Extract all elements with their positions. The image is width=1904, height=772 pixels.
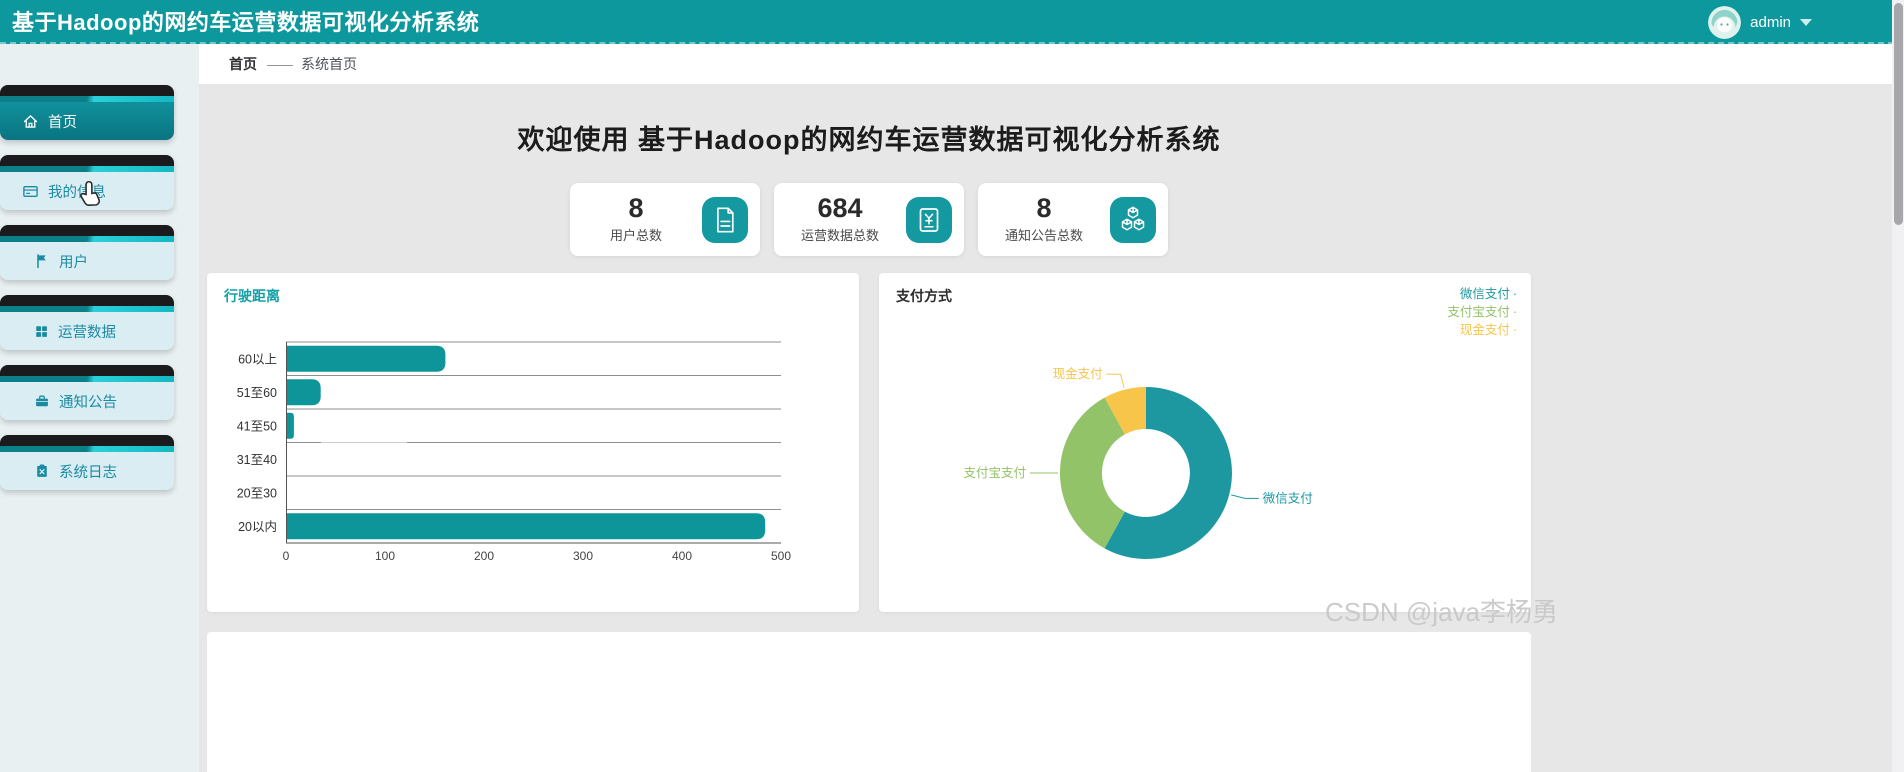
document-icon bbox=[702, 196, 748, 243]
donut-chart[interactable]: 微信支付 支付宝支付 现金支付 bbox=[879, 273, 1531, 612]
x-axis-tick: 300 bbox=[573, 549, 593, 563]
bar-category-label: 20至30 bbox=[237, 486, 277, 500]
menu-item-cap bbox=[0, 85, 174, 96]
x-axis-tick: 0 bbox=[283, 549, 290, 563]
legend-marker: · bbox=[1512, 287, 1517, 301]
cubes-icon bbox=[1110, 196, 1156, 243]
menu-item-cap bbox=[0, 295, 174, 306]
bar-category-label: 41至50 bbox=[237, 419, 277, 433]
page-scrollbar bbox=[1892, 0, 1904, 772]
pie-slice-label: 支付宝支付 bbox=[963, 466, 1026, 480]
legend-marker: · bbox=[1512, 323, 1517, 337]
bar-segment[interactable] bbox=[287, 412, 294, 439]
pie-label-line bbox=[1106, 373, 1125, 388]
x-axis-tick: 400 bbox=[672, 549, 692, 563]
menu-item-cap bbox=[0, 435, 174, 446]
pie-chart-card: 支付方式 微信支付 支付宝支付 现金支付 微信支付 · 支付宝支付 · 现金支付 · bbox=[879, 273, 1531, 612]
legend-label: 支付宝支付 bbox=[1447, 305, 1510, 319]
bar-category-label: 60以上 bbox=[238, 352, 277, 366]
scrollbar-thumb[interactable] bbox=[1893, 3, 1903, 225]
sidebar-item-label: 用户 bbox=[59, 254, 88, 271]
breadcrumb-home-link[interactable]: 首页 bbox=[229, 54, 257, 74]
home-icon bbox=[22, 113, 39, 130]
legend-marker: · bbox=[1512, 305, 1517, 319]
legend-item-alipay[interactable]: 支付宝支付 · bbox=[1447, 303, 1517, 321]
stat-label: 通知公告总数 bbox=[1004, 228, 1083, 243]
chevron-down-icon bbox=[1800, 18, 1812, 26]
sidebar-item-system-logs[interactable]: 系统日志 bbox=[0, 435, 174, 490]
bar-category-label: 20以内 bbox=[238, 520, 277, 534]
sidebar-item-home[interactable]: 首页 bbox=[0, 85, 174, 140]
page-title: 欢迎使用 基于Hadoop的网约车运营数据可视化分析系统 bbox=[517, 125, 1221, 155]
menu-item-cap bbox=[0, 155, 174, 166]
username-label: admin bbox=[1750, 13, 1791, 31]
sidebar-item-label: 运营数据 bbox=[58, 324, 116, 341]
menu-item-cap bbox=[0, 365, 174, 376]
bar-segment[interactable] bbox=[287, 345, 446, 372]
legend-label: 微信支付 bbox=[1459, 287, 1510, 301]
stat-value: 8 bbox=[628, 193, 644, 223]
bar-segment[interactable] bbox=[287, 379, 321, 406]
app-title: 基于Hadoop的网约车运营数据可视化分析系统 bbox=[12, 10, 480, 35]
sidebar-item-operations-data[interactable]: 运营数据 bbox=[0, 295, 174, 350]
menu-item-cap bbox=[0, 225, 174, 236]
bar-chart[interactable]: 60以上 51至60 41至50 31至40 20至30 20以内 0 100 200 300 40… bbox=[207, 273, 859, 612]
flag-icon bbox=[34, 253, 50, 269]
mouse-cursor-hand bbox=[76, 180, 106, 217]
stat-value: 684 bbox=[817, 193, 863, 223]
sidebar: 首页 我的信息 用户 运营数据 通知公告 系统日志 bbox=[0, 44, 199, 772]
charts-row: 行驶距离 60以上 51至60 41至50 31至40 20至30 20以内 0 100 200… bbox=[207, 273, 1531, 612]
legend-label: 现金支付 bbox=[1459, 323, 1510, 337]
stat-card: 684 运营数据总数 bbox=[774, 183, 964, 256]
avatar[interactable] bbox=[1708, 5, 1742, 39]
grid-icon bbox=[34, 324, 49, 339]
stat-card: 8 通知公告总数 bbox=[978, 183, 1168, 256]
log-icon bbox=[34, 463, 50, 479]
sidebar-item-label: 首页 bbox=[48, 114, 77, 131]
user-dropdown[interactable]: admin bbox=[1708, 0, 1812, 44]
pie-label-line bbox=[1231, 494, 1259, 499]
stats-row: 8 用户总数 684 运营数据总数 8 通知公告总数 bbox=[207, 183, 1531, 256]
x-axis-tick: 100 bbox=[375, 549, 395, 563]
breadcrumb-separator: —— bbox=[267, 56, 293, 72]
stat-label: 用户总数 bbox=[609, 228, 662, 243]
x-axis-tick: 500 bbox=[771, 549, 791, 563]
stat-value: 8 bbox=[1036, 193, 1052, 223]
invoice-icon bbox=[906, 196, 952, 243]
breadcrumb: 首页 —— 系统首页 bbox=[199, 44, 1892, 84]
bar-category-label: 31至40 bbox=[237, 453, 277, 467]
ghost-tooltip bbox=[320, 410, 408, 444]
pie-slice-alipay[interactable] bbox=[1059, 397, 1125, 549]
legend-item-cash[interactable]: 现金支付 · bbox=[1447, 321, 1517, 339]
top-header-bar: 基于Hadoop的网约车运营数据可视化分析系统 admin bbox=[0, 0, 1904, 44]
stat-card: 8 用户总数 bbox=[570, 183, 760, 256]
pie-slice-label: 微信支付 bbox=[1263, 491, 1313, 505]
csdn-watermark: CSDN @java李杨勇 bbox=[1325, 597, 1558, 627]
id-card-icon bbox=[22, 183, 39, 200]
pie-legend: 微信支付 · 支付宝支付 · 现金支付 · bbox=[1447, 285, 1517, 339]
stat-label: 运营数据总数 bbox=[800, 228, 879, 243]
legend-item-wechat[interactable]: 微信支付 · bbox=[1447, 285, 1517, 303]
x-axis-tick: 200 bbox=[474, 549, 494, 563]
bar-category-label: 51至60 bbox=[237, 386, 277, 400]
bar-chart-card: 行驶距离 60以上 51至60 41至50 31至40 20至30 20以内 0 100 200… bbox=[207, 273, 859, 612]
sidebar-item-notices[interactable]: 通知公告 bbox=[0, 365, 174, 420]
breadcrumb-current: 系统首页 bbox=[301, 56, 357, 72]
main-area: 首页 —— 系统首页 欢迎使用 基于Hadoop的网约车运营数据可视化分析系统 … bbox=[199, 44, 1892, 772]
bottom-panel bbox=[207, 632, 1531, 772]
pie-slice-label: 现金支付 bbox=[1053, 366, 1103, 381]
bar-segment[interactable] bbox=[287, 513, 766, 540]
sidebar-item-label: 通知公告 bbox=[59, 394, 117, 411]
sidebar-item-users[interactable]: 用户 bbox=[0, 225, 174, 280]
briefcase-icon bbox=[34, 393, 50, 409]
sidebar-item-label: 系统日志 bbox=[59, 464, 117, 481]
